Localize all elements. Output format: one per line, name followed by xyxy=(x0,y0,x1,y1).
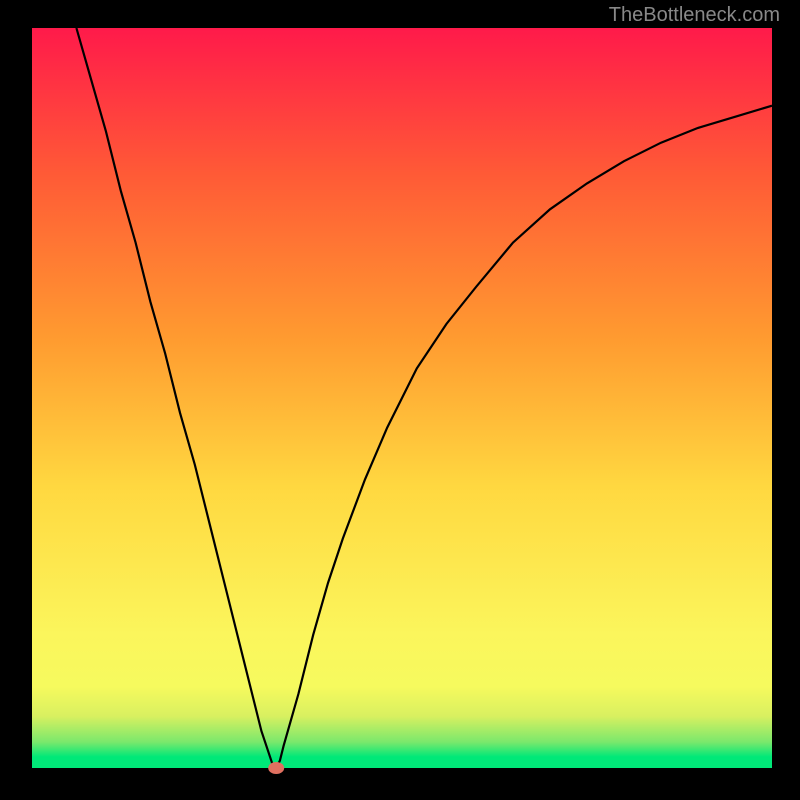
bottleneck-chart xyxy=(0,0,800,800)
attribution-text: TheBottleneck.com xyxy=(609,4,780,27)
optimal-point-marker xyxy=(268,762,284,774)
